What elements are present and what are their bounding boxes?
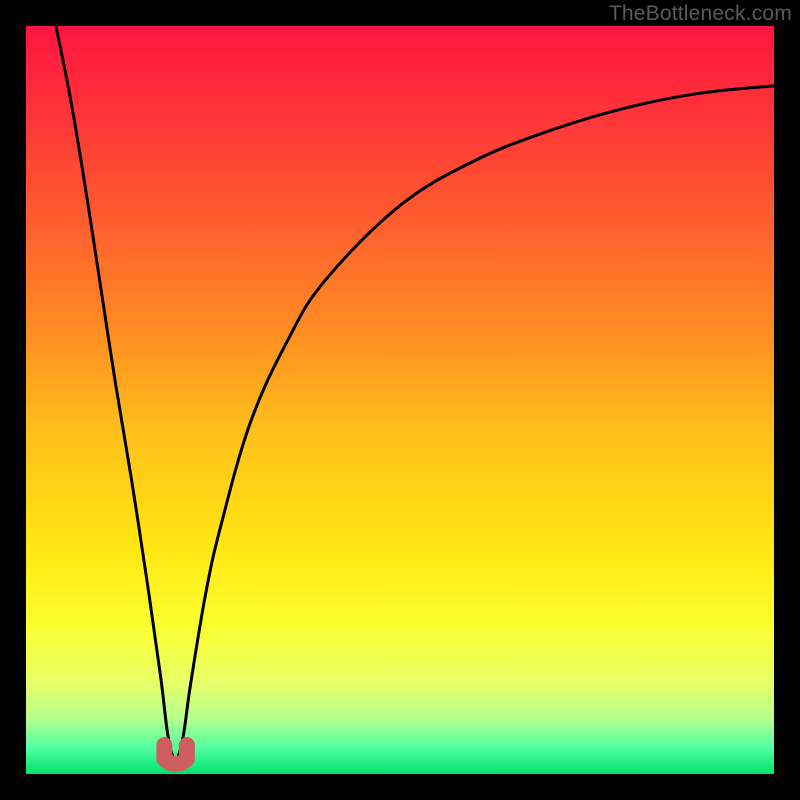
plot-area (26, 26, 774, 774)
chart-frame: TheBottleneck.com (0, 0, 800, 800)
watermark-text: TheBottleneck.com (609, 2, 792, 26)
optimum-marker (164, 745, 186, 764)
curve-layer (26, 26, 774, 774)
bottleneck-curve (56, 26, 774, 759)
